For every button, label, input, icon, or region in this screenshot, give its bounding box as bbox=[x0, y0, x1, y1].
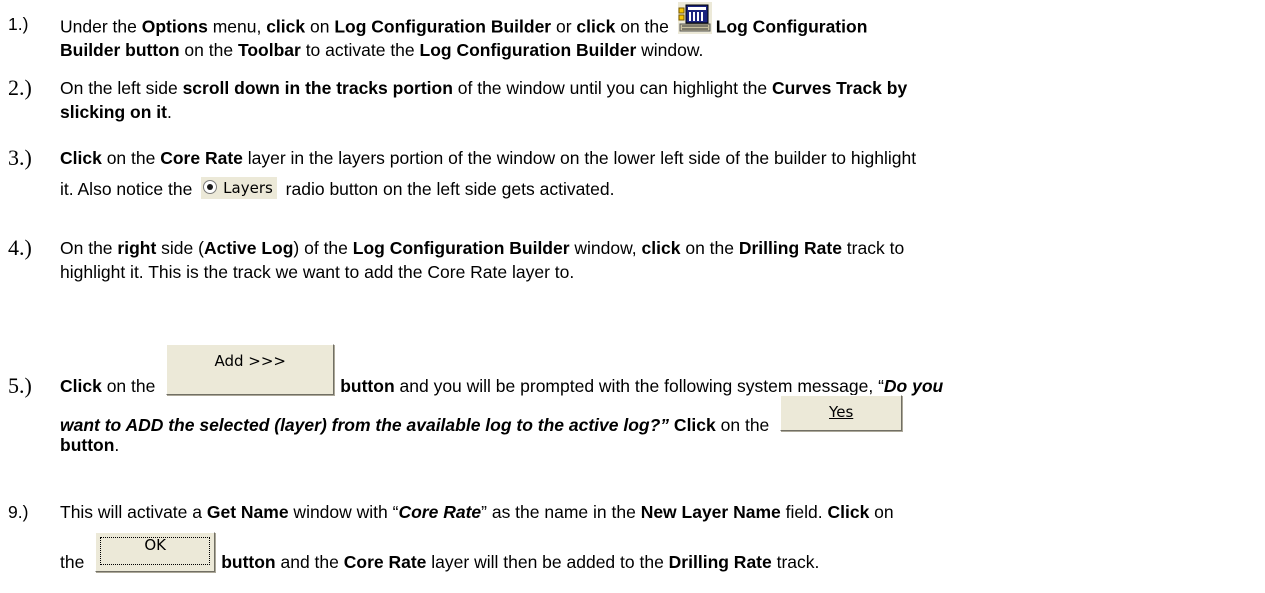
text-run: button bbox=[60, 435, 115, 455]
text-run: Click bbox=[60, 148, 102, 168]
text-run: right bbox=[117, 238, 157, 258]
text-run: the bbox=[60, 552, 90, 572]
text-run: on bbox=[869, 502, 894, 522]
text-run: track. bbox=[771, 552, 820, 572]
step-number: 1.) bbox=[8, 14, 29, 34]
text-run: on the bbox=[615, 16, 674, 37]
text-run: side ( bbox=[156, 238, 204, 258]
text-run: ” as the name in the bbox=[481, 502, 641, 522]
text-run: Curves Track by bbox=[771, 78, 908, 98]
text-run: Builder button bbox=[60, 40, 180, 60]
text-run: On the left side bbox=[60, 78, 183, 98]
text-run: on the bbox=[101, 148, 161, 168]
step-number: 5.) bbox=[8, 373, 32, 398]
step-text: Under the Options menu, click on Log Con… bbox=[60, 2, 1255, 62]
text-run: on the bbox=[101, 376, 161, 396]
text-run: Toolbar bbox=[237, 40, 301, 60]
radio-selected-icon bbox=[203, 180, 218, 195]
text-run: on the bbox=[680, 238, 739, 258]
text-run: button bbox=[221, 552, 276, 572]
text-run: scroll down in the tracks portion bbox=[182, 78, 453, 98]
step-text: On the left side scroll down in the trac… bbox=[60, 76, 1255, 124]
text-run: highlight it. This is the track we want … bbox=[60, 262, 575, 282]
text-run: on the bbox=[179, 40, 238, 60]
text-run: Log Configuration bbox=[715, 16, 868, 37]
text-run: Log Configuration Builder bbox=[419, 40, 637, 60]
text-run: want to ADD the selected (layer) from th… bbox=[60, 415, 670, 435]
text-run: Active Log bbox=[203, 238, 294, 258]
ok-button[interactable]: OK bbox=[95, 532, 216, 572]
text-run: Core Rate bbox=[343, 552, 427, 572]
text-run: on the bbox=[715, 415, 775, 435]
text-run: Under the bbox=[60, 16, 142, 37]
text-run: or bbox=[551, 16, 577, 37]
add-button[interactable]: Add >>> bbox=[166, 344, 335, 395]
text-run: Do you bbox=[883, 376, 944, 396]
text-run: of the window until you can highlight th… bbox=[452, 78, 772, 98]
text-run: . bbox=[166, 102, 172, 122]
text-run: Options bbox=[141, 16, 208, 37]
text-run: Core Rate bbox=[160, 148, 243, 168]
text-run: menu, bbox=[207, 16, 267, 37]
text-run: Click bbox=[669, 415, 716, 435]
text-run: Click bbox=[827, 502, 870, 522]
text-run: field. bbox=[780, 502, 828, 522]
text-run: layer in the layers portion of the windo… bbox=[242, 148, 917, 168]
text-run: slicking on it bbox=[60, 102, 167, 122]
text-run: Core Rate bbox=[398, 502, 482, 522]
text-run: Click bbox=[60, 376, 102, 396]
step-text: This will activate a Get Name window wit… bbox=[60, 500, 1255, 590]
text-run: click bbox=[576, 16, 616, 37]
yes-button[interactable]: Yes bbox=[780, 395, 903, 431]
text-run: . bbox=[114, 435, 120, 455]
text-run: on bbox=[305, 16, 335, 37]
text-run: click bbox=[641, 238, 681, 258]
text-run: and you will be prompted with the follow… bbox=[394, 376, 884, 396]
text-run: New Layer Name bbox=[640, 502, 781, 522]
text-run: layer will then be added to the bbox=[426, 552, 669, 572]
log-configuration-builder-icon bbox=[677, 2, 712, 34]
step-text: Click on the Add >>>button and you will … bbox=[60, 344, 1255, 457]
text-run: Log Configuration Builder bbox=[334, 16, 552, 37]
button-label: Yes bbox=[829, 403, 854, 421]
text-run: This will activate a bbox=[60, 502, 207, 522]
text-run: click bbox=[266, 16, 306, 37]
step-text: On the right side (Active Log) of the Lo… bbox=[60, 236, 1255, 284]
layers-radio-button: Layers bbox=[201, 177, 277, 200]
step-number: 4.) bbox=[8, 235, 32, 260]
step-number: 3.) bbox=[8, 145, 32, 170]
text-run: Drilling Rate bbox=[738, 238, 842, 258]
text-run: Drilling Rate bbox=[668, 552, 772, 572]
text-run: it. Also notice the bbox=[60, 179, 198, 199]
text-run: window, bbox=[569, 238, 642, 258]
text-run: window with “ bbox=[288, 502, 399, 522]
text-run: ) of the bbox=[293, 238, 353, 258]
text-run: radio button on the left side gets activ… bbox=[280, 179, 615, 199]
text-run: Log Configuration Builder bbox=[352, 238, 570, 258]
text-run: to activate the bbox=[300, 40, 420, 60]
step-text: Click on the Core Rate layer in the laye… bbox=[60, 146, 1255, 201]
text-run: and the bbox=[275, 552, 344, 572]
text-run: Get Name bbox=[206, 502, 289, 522]
text-run: track to bbox=[841, 238, 905, 258]
text-run: window. bbox=[636, 40, 704, 60]
radio-label: Layers bbox=[223, 179, 273, 198]
step-number: 2.) bbox=[8, 75, 32, 100]
button-label: OK bbox=[100, 537, 211, 565]
step-number: 9.) bbox=[8, 502, 29, 522]
text-run: On the bbox=[60, 238, 118, 258]
text-run: button bbox=[340, 376, 395, 396]
